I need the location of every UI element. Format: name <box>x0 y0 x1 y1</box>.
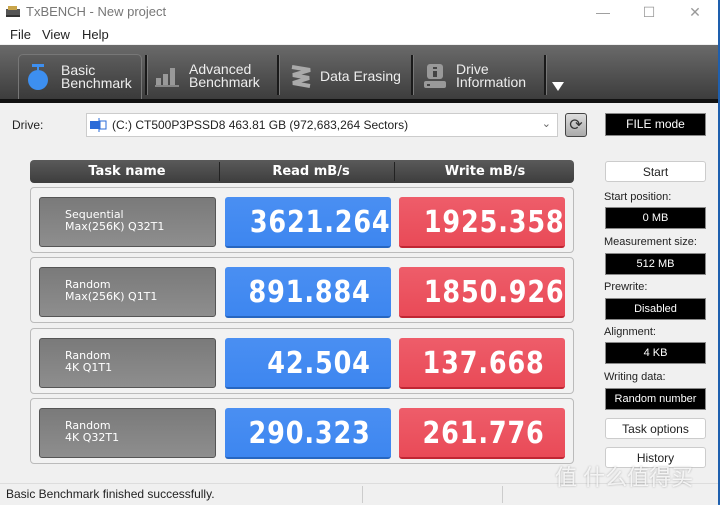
task-button[interactable]: Random 4K Q1T1 <box>39 338 216 388</box>
title-bar: TxBENCH - New project — ☐ ✕ <box>0 0 718 24</box>
read-value: 3621.264 <box>225 197 391 248</box>
write-value-text: 1850.926 <box>423 275 565 310</box>
read-value-text: 891.884 <box>248 275 371 310</box>
eraser-icon <box>291 65 311 88</box>
start-position-value[interactable]: 0 MB <box>605 207 706 229</box>
drive-info-icon <box>424 64 446 88</box>
tab-advanced-benchmark[interactable]: Advanced Benchmark <box>155 54 275 98</box>
start-position-label: Start position: <box>604 191 672 203</box>
read-value-text: 3621.264 <box>249 205 391 240</box>
drive-icon <box>90 118 107 132</box>
read-value-text: 42.504 <box>267 346 371 381</box>
status-text: Basic Benchmark finished successfully. <box>6 487 215 501</box>
header-separator <box>394 162 395 181</box>
stopwatch-icon <box>28 64 48 90</box>
header-task-name: Task name <box>88 164 166 179</box>
drive-label: Drive: <box>12 118 44 132</box>
header-read: Read mB/s <box>272 164 350 179</box>
tab-label-line2: Information <box>456 74 527 90</box>
task-options-button[interactable]: Task options <box>605 418 706 439</box>
table-row: Sequential Max(256K) Q32T1 3621.264 1925.… <box>30 187 574 253</box>
app-icon <box>6 6 20 17</box>
maximize-button[interactable]: ☐ <box>626 0 672 24</box>
measurement-size-value[interactable]: 512 MB <box>605 253 706 275</box>
read-value: 891.884 <box>225 267 391 318</box>
tab-basic-benchmark[interactable]: Basic Benchmark <box>18 54 142 99</box>
table-row: Random 4K Q32T1 290.323 261.776 <box>30 398 574 464</box>
triangle-down-icon[interactable] <box>552 82 564 91</box>
results-header: Task name Read mB/s Write mB/s <box>30 160 574 183</box>
menu-view[interactable]: View <box>42 27 70 42</box>
writing-data-label: Writing data: <box>604 371 666 383</box>
prewrite-value[interactable]: Disabled <box>605 298 706 320</box>
chevron-down-icon: ⌄ <box>541 118 551 130</box>
minimize-button[interactable]: — <box>580 0 626 24</box>
header-write: Write mB/s <box>444 164 526 179</box>
tab-drive-information[interactable]: Drive Information <box>424 54 544 98</box>
write-value-text: 261.776 <box>422 416 545 451</box>
close-button[interactable]: ✕ <box>672 0 718 24</box>
menu-bar: File View Help <box>0 24 718 44</box>
toolbar-separator <box>544 55 547 95</box>
drive-select[interactable]: (C:) CT500P3PSSD8 463.81 GB (972,683,264… <box>86 113 558 137</box>
refresh-button[interactable]: ⟳ <box>565 113 587 137</box>
task-button[interactable]: Random 4K Q32T1 <box>39 408 216 458</box>
tab-data-erasing[interactable]: Data Erasing <box>290 54 410 98</box>
writing-data-value[interactable]: Random number <box>605 388 706 410</box>
task-button[interactable]: Random Max(256K) Q1T1 <box>39 267 216 317</box>
task-name-line2: Max(256K) Q32T1 <box>65 220 165 233</box>
write-value-text: 137.668 <box>422 346 545 381</box>
app-window: TxBENCH - New project — ☐ ✕ File View He… <box>0 0 720 505</box>
tab-label-line2: Benchmark <box>189 74 260 90</box>
alignment-value[interactable]: 4 KB <box>605 342 706 364</box>
alignment-label: Alignment: <box>604 326 656 338</box>
read-value: 42.504 <box>225 338 391 389</box>
write-value-text: 1925.358 <box>423 205 565 240</box>
drive-select-value: (C:) CT500P3PSSD8 463.81 GB (972,683,264… <box>112 118 409 132</box>
toolbar-separator <box>411 55 414 95</box>
watermark: 值 什么值得买 <box>555 465 694 490</box>
tab-label-line2: Benchmark <box>61 75 132 91</box>
toolbar: Basic Benchmark Advanced Benchmark Data Er… <box>0 45 718 103</box>
task-button[interactable]: Sequential Max(256K) Q32T1 <box>39 197 216 247</box>
bar-chart-icon <box>155 68 179 87</box>
start-button[interactable]: Start <box>605 161 706 182</box>
write-value: 261.776 <box>399 408 565 459</box>
task-name-line2: 4K Q1T1 <box>65 361 113 374</box>
file-mode-indicator: FILE mode <box>605 113 706 136</box>
prewrite-label: Prewrite: <box>604 281 648 293</box>
task-name-line2: Max(256K) Q1T1 <box>65 290 158 303</box>
menu-file[interactable]: File <box>10 27 31 42</box>
tab-label: Data Erasing <box>320 67 401 84</box>
toolbar-separator <box>145 55 148 95</box>
table-row: Random 4K Q1T1 42.504 137.668 <box>30 328 574 394</box>
status-separator <box>502 486 503 503</box>
refresh-icon: ⟳ <box>569 117 583 134</box>
write-value: 137.668 <box>399 338 565 389</box>
write-value: 1850.926 <box>399 267 565 318</box>
window-title: TxBENCH - New project <box>26 4 167 19</box>
read-value-text: 290.323 <box>248 416 371 451</box>
write-value: 1925.358 <box>399 197 565 248</box>
toolbar-separator <box>277 55 280 95</box>
table-row: Random Max(256K) Q1T1 891.884 1850.926 <box>30 257 574 323</box>
measurement-size-label: Measurement size: <box>604 236 697 248</box>
menu-help[interactable]: Help <box>82 27 109 42</box>
task-name-line2: 4K Q32T1 <box>65 431 120 444</box>
status-separator <box>362 486 363 503</box>
read-value: 290.323 <box>225 408 391 459</box>
header-separator <box>219 162 220 181</box>
